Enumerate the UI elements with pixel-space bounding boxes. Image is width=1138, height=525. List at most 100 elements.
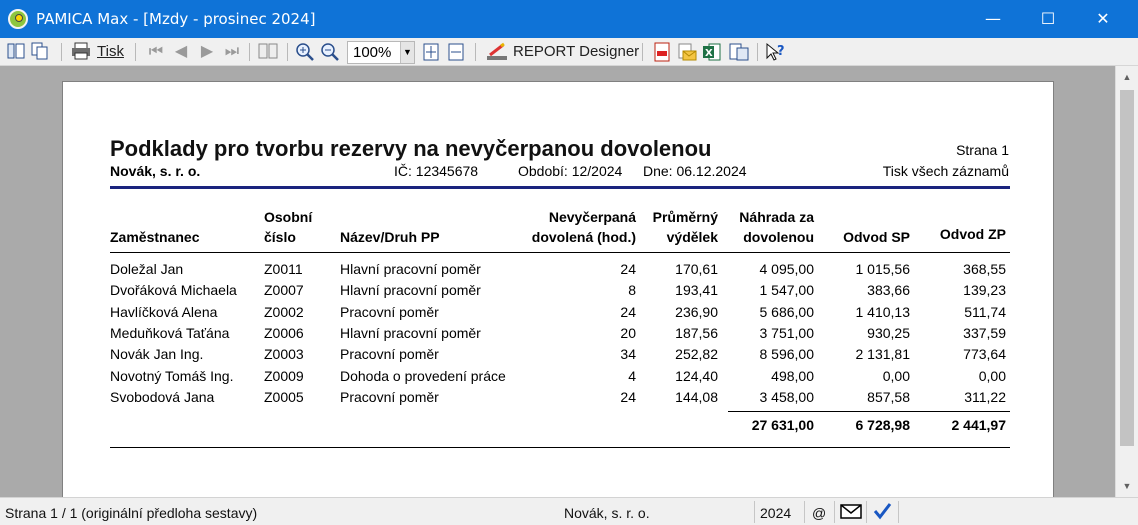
cell-personal-no: Z0005: [264, 389, 304, 405]
two-pages-icon[interactable]: [258, 42, 278, 62]
cell-contract: Dohoda o provedení práce: [340, 368, 506, 384]
cell-contract: Pracovní poměr: [340, 389, 439, 405]
cell-avg-earnings: 193,41: [675, 282, 718, 298]
svg-text:X: X: [705, 48, 713, 59]
cell-employee: Novák Jan Ing.: [110, 346, 204, 362]
fit-page-icon[interactable]: [421, 42, 441, 62]
cell-personal-no: Z0002: [264, 304, 304, 320]
maximize-button[interactable]: ☐: [1021, 0, 1075, 38]
col-header-contract: Název/Druh PP: [340, 229, 440, 245]
total-zp: 2 441,97: [951, 417, 1007, 433]
cell-personal-no: Z0009: [264, 368, 304, 384]
report-designer-button[interactable]: REPORT Designer: [513, 41, 639, 63]
chevron-down-icon[interactable]: ▼: [400, 42, 414, 63]
report-ic: IČ: 12345678: [394, 163, 479, 179]
col-header-avg-1: Průměrný: [652, 209, 718, 225]
status-page-info: Strana 1 / 1 (originální předloha sestav…: [5, 505, 258, 521]
cell-zp: 773,64: [963, 346, 1006, 362]
cell-contract: Pracovní poměr: [340, 346, 439, 362]
status-separator: [804, 501, 805, 523]
pamica-app-icon[interactable]: [8, 9, 28, 29]
scroll-thumb[interactable]: [1120, 90, 1134, 446]
cell-compensation: 3 751,00: [759, 325, 815, 341]
fit-width-icon[interactable]: [446, 42, 466, 62]
zoom-in-icon[interactable]: [295, 42, 315, 62]
export-doc-icon[interactable]: [729, 42, 749, 62]
cell-employee: Novotný Tomáš Ing.: [110, 368, 234, 384]
col-header-unused-1: Nevyčerpaná: [548, 209, 636, 225]
close-button[interactable]: ✕: [1076, 0, 1130, 38]
report-page: Podklady pro tvorbu rezervy na nevyčerpa…: [62, 81, 1054, 501]
toolbar-separator: [135, 43, 136, 61]
cell-unused-hours: 4: [628, 368, 636, 384]
report-date: Dne: 06.12.2024: [643, 163, 747, 179]
cell-employee: Havlíčková Alena: [110, 304, 218, 320]
cell-contract: Hlavní pracovní poměr: [340, 261, 481, 277]
first-page-icon[interactable]: ⏮: [146, 42, 166, 62]
cell-sp: 1 015,56: [855, 261, 911, 277]
cell-personal-no: Z0006: [264, 325, 304, 341]
cell-compensation: 498,00: [771, 368, 814, 384]
status-separator: [898, 501, 899, 523]
col-header-comp-2: dovolenou: [743, 229, 814, 245]
status-at: @: [812, 505, 827, 521]
cell-avg-earnings: 187,56: [675, 325, 718, 341]
last-page-icon[interactable]: ⏭: [222, 42, 242, 62]
cell-sp: 1 410,13: [855, 304, 911, 320]
export-pdf-icon[interactable]: [652, 42, 672, 62]
cell-compensation: 4 095,00: [759, 261, 815, 277]
scroll-up-icon[interactable]: ▲: [1116, 66, 1138, 88]
col-header-avg-2: výdělek: [666, 229, 718, 245]
cell-avg-earnings: 252,82: [675, 346, 718, 362]
report-designer-icon[interactable]: [486, 42, 507, 62]
copy-pages-icon[interactable]: [30, 42, 50, 62]
checkmark-edit-icon[interactable]: [873, 502, 893, 522]
cell-personal-no: Z0003: [264, 346, 304, 362]
toolbar-separator: [249, 43, 250, 61]
export-excel-icon[interactable]: X: [702, 42, 722, 62]
cell-employee: Svobodová Jana: [110, 389, 215, 405]
title-bar: PAMICA Max - [Mzdy - prosinec 2024] — ☐ …: [0, 0, 1138, 38]
cell-avg-earnings: 124,40: [675, 368, 718, 384]
cell-personal-no: Z0007: [264, 282, 304, 298]
cell-zp: 0,00: [978, 368, 1006, 384]
cell-personal-no: Z0011: [264, 261, 303, 277]
cell-compensation: 5 686,00: [759, 304, 815, 320]
toolbar-separator: [475, 43, 476, 61]
window-title: PAMICA Max - [Mzdy - prosinec 2024]: [36, 10, 316, 28]
cell-avg-earnings: 170,61: [675, 261, 718, 277]
status-company: Novák, s. r. o.: [564, 505, 650, 521]
cell-unused-hours: 34: [620, 346, 636, 362]
col-header-unused-2: dovolená (hod.): [531, 229, 636, 245]
panels-icon[interactable]: [6, 42, 26, 62]
totals-rule: [728, 411, 1010, 412]
zoom-select[interactable]: 100% ▼: [347, 41, 415, 64]
status-separator: [866, 501, 867, 523]
print-button[interactable]: Tisk: [97, 41, 124, 63]
report-end-rule: [110, 447, 1010, 448]
prev-page-icon[interactable]: ◀: [171, 42, 191, 62]
next-page-icon[interactable]: ▶: [197, 42, 217, 62]
mail-status-icon[interactable]: [840, 502, 862, 522]
report-page-number: Strana 1: [956, 142, 1009, 158]
status-year: 2024: [760, 505, 792, 521]
preview-area[interactable]: Podklady pro tvorbu rezervy na nevyčerpa…: [0, 66, 1115, 501]
help-icon[interactable]: ?: [765, 42, 785, 62]
status-separator: [754, 501, 755, 523]
cell-unused-hours: 20: [620, 325, 636, 341]
email-icon[interactable]: [677, 42, 697, 62]
cell-employee: Meduňková Taťána: [110, 325, 230, 341]
zoom-out-icon[interactable]: [320, 42, 340, 62]
cell-sp: 857,58: [867, 389, 910, 405]
cell-zp: 139,23: [963, 282, 1006, 298]
cell-avg-earnings: 144,08: [675, 389, 718, 405]
cell-unused-hours: 24: [620, 389, 636, 405]
minimize-button[interactable]: —: [966, 0, 1020, 38]
cell-zp: 337,59: [963, 325, 1006, 341]
vertical-scrollbar[interactable]: ▲ ▼: [1115, 66, 1138, 497]
toolbar-separator: [61, 43, 62, 61]
scroll-down-icon[interactable]: ▼: [1116, 475, 1138, 497]
col-header-employee: Zaměstnanec: [110, 229, 200, 245]
cell-unused-hours: 24: [620, 304, 636, 320]
printer-icon[interactable]: [71, 42, 91, 62]
